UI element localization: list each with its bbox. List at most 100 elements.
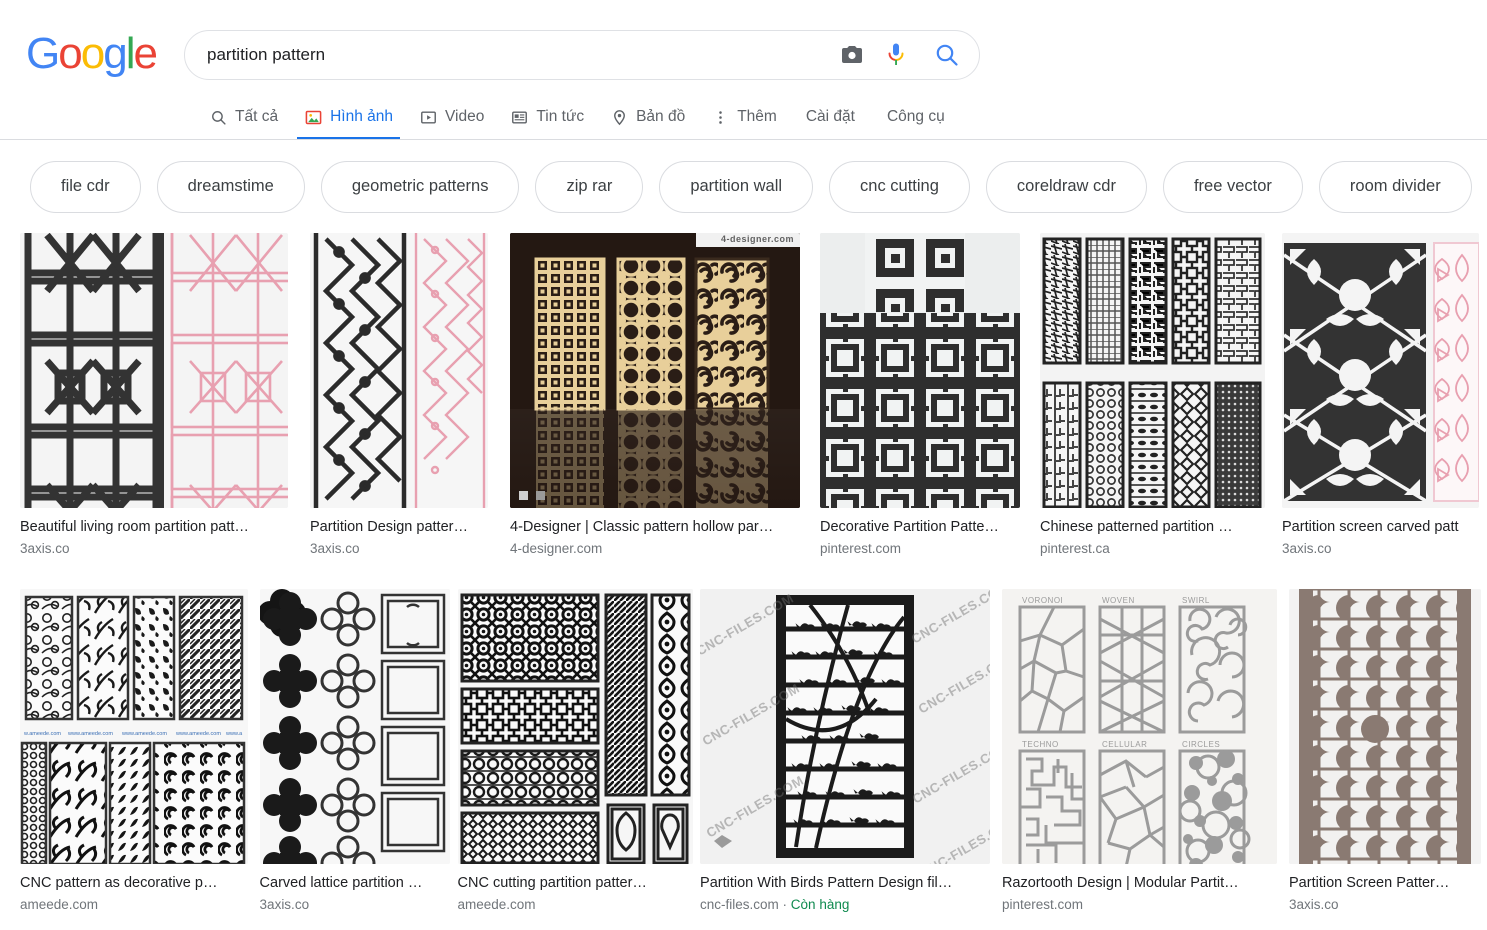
result-title[interactable]: Carved lattice partition … [260,874,448,892]
result-thumbnail[interactable]: VORONOI WOVEN SWIRL TECHNO CELLULAR CIRC… [1002,589,1277,864]
tab-tat-ca[interactable]: Tất cả [196,94,291,140]
camera-icon[interactable] [831,43,873,67]
search-input[interactable]: partition pattern [185,45,831,65]
result-thumbnail[interactable] [260,589,450,864]
panel-label: TECHNO [1022,740,1059,749]
chip-label: cnc cutting [860,177,939,196]
chip-partition-wall[interactable]: partition wall [659,161,813,213]
chip-label: room divider [1350,177,1441,196]
result-card[interactable]: 4-designer.com 4-Designer | Classic patt… [510,233,820,558]
chip-coreldraw-cdr[interactable]: coreldraw cdr [986,161,1147,213]
result-card[interactable]: CNC cutting partition patter… ameede.com [458,589,701,914]
logo-letter: l [126,32,134,76]
panel-label: CIRCLES [1182,740,1220,749]
chip-room-divider[interactable]: room divider [1319,161,1472,213]
search-icon[interactable] [919,42,975,68]
tab-label: Hình ảnh [330,108,393,126]
lattice-pattern-graphic [20,233,288,508]
result-title[interactable]: Partition With Birds Pattern Design fil… [700,874,992,892]
chip-label: coreldraw cdr [1017,177,1116,196]
chip-free-vector[interactable]: free vector [1163,161,1303,213]
svg-text:www.ameede.com: www.ameede.com [175,731,221,737]
chip-geometric-patterns[interactable]: geometric patterns [321,161,520,213]
result-caption: Partition Design patter… 3axis.co [310,508,510,558]
result-title[interactable]: Chinese patterned partition … [1040,518,1272,536]
result-thumbnail[interactable] [310,233,488,508]
search-nav-tabs: Tất cả Hình ảnh Video Tin tức [196,94,961,140]
google-logo[interactable]: Google [26,32,156,76]
result-source: cnc-files.com · Còn hàng [700,896,992,914]
more-vert-icon [711,108,729,126]
result-source-domain: cnc-files.com [700,897,779,912]
result-card[interactable]: VORONOI WOVEN SWIRL TECHNO CELLULAR CIRC… [1002,589,1289,914]
result-title[interactable]: 4-Designer | Classic pattern hollow par… [510,518,810,536]
result-card[interactable]: Beautiful living room partition patt… 3a… [20,233,310,558]
result-title[interactable]: Partition Design patter… [310,518,500,536]
chip-label: free vector [1194,177,1272,196]
result-title[interactable]: CNC cutting partition patter… [458,874,691,892]
settings-button[interactable]: Cài đặt [790,94,871,140]
result-caption: CNC cutting partition patter… ameede.com [458,864,701,914]
tab-tin-tuc[interactable]: Tin tức [497,94,597,140]
result-card[interactable]: Chinese patterned partition … pinterest.… [1040,233,1282,558]
carved-floral-panel-graphic [1282,233,1479,508]
chip-dreamstime[interactable]: dreamstime [157,161,305,213]
result-card[interactable]: Carved lattice partition … 3axis.co [260,589,458,914]
result-caption: CNC pattern as decorative p… ameede.com [20,864,260,914]
chip-cnc-cutting[interactable]: cnc cutting [829,161,970,213]
search-box[interactable]: partition pattern [184,30,980,80]
result-title[interactable]: Partition Screen Patter… [1289,874,1477,892]
result-title[interactable]: Partition screen carved patt [1282,518,1472,536]
razortooth-modular-panels-graphic: VORONOI WOVEN SWIRL TECHNO CELLULAR CIRC… [1002,589,1277,864]
result-card[interactable]: CNC-FILES.COM CNC-FILES.COM CNC-FILES.CO… [700,589,1002,914]
results-row-1: Beautiful living room partition patt… 3a… [0,233,1487,581]
result-thumbnail[interactable] [20,233,288,508]
logo-letter: g [103,32,125,76]
chip-zip-rar[interactable]: zip rar [535,161,643,213]
tools-button[interactable]: Công cụ [871,94,961,140]
result-source: pinterest.com [820,540,1030,558]
result-thumbnail[interactable] [458,589,693,864]
chip-label: file cdr [61,177,110,196]
result-thumbnail[interactable] [820,233,1020,508]
tab-hinh-anh[interactable]: Hình ảnh [291,94,406,140]
result-title[interactable]: Decorative Partition Patte… [820,518,1030,536]
result-card[interactable]: Partition Design patter… 3axis.co [310,233,510,558]
settings-label: Cài đặt [806,108,855,126]
result-card[interactable]: w.ameede.comwww.ameede.com www.ameede.co… [20,589,260,914]
result-card[interactable]: Partition Screen Patter… 3axis.co [1289,589,1487,914]
result-source: 3axis.co [260,896,448,914]
result-source: 3axis.co [1289,896,1477,914]
svg-text:www.a: www.a [225,731,243,737]
tab-ban-do[interactable]: Bản đồ [597,94,698,140]
result-title[interactable]: Razortooth Design | Modular Partit… [1002,874,1279,892]
result-caption: 4-Designer | Classic pattern hollow par…… [510,508,820,558]
chip-file-cdr[interactable]: file cdr [30,161,141,213]
panel-label: CELLULAR [1102,740,1147,749]
tab-label: Thêm [737,108,777,126]
result-source: 3axis.co [20,540,300,558]
logo-letter: o [58,32,80,76]
result-title[interactable]: Beautiful living room partition patt… [20,518,300,536]
result-thumbnail[interactable]: CNC-FILES.COM CNC-FILES.COM CNC-FILES.CO… [700,589,990,864]
result-thumbnail[interactable]: w.ameede.comwww.ameede.com www.ameede.co… [20,589,248,864]
greek-key-pattern-graphic [310,233,488,508]
panel-label: VORONOI [1022,596,1063,605]
tab-them[interactable]: Thêm [698,94,790,140]
results-row-2: w.ameede.comwww.ameede.com www.ameede.co… [0,589,1487,914]
result-caption: Partition Screen Patter… 3axis.co [1289,864,1487,914]
microphone-icon[interactable] [873,42,919,68]
cnc-cutting-panels-graphic [458,589,693,864]
result-source: pinterest.ca [1040,540,1272,558]
result-thumbnail[interactable] [1040,233,1265,508]
chip-label: partition wall [690,177,782,196]
result-source: ameede.com [20,896,250,914]
tab-video[interactable]: Video [406,94,497,140]
result-thumbnail[interactable] [1289,589,1481,864]
result-card[interactable]: Partition screen carved patt 3axis.co [1282,233,1482,558]
result-title[interactable]: CNC pattern as decorative p… [20,874,250,892]
tools-label: Công cụ [887,108,945,126]
result-thumbnail[interactable] [1282,233,1479,508]
result-card[interactable]: Decorative Partition Patte… pinterest.co… [820,233,1040,558]
result-thumbnail[interactable]: 4-designer.com [510,233,800,508]
